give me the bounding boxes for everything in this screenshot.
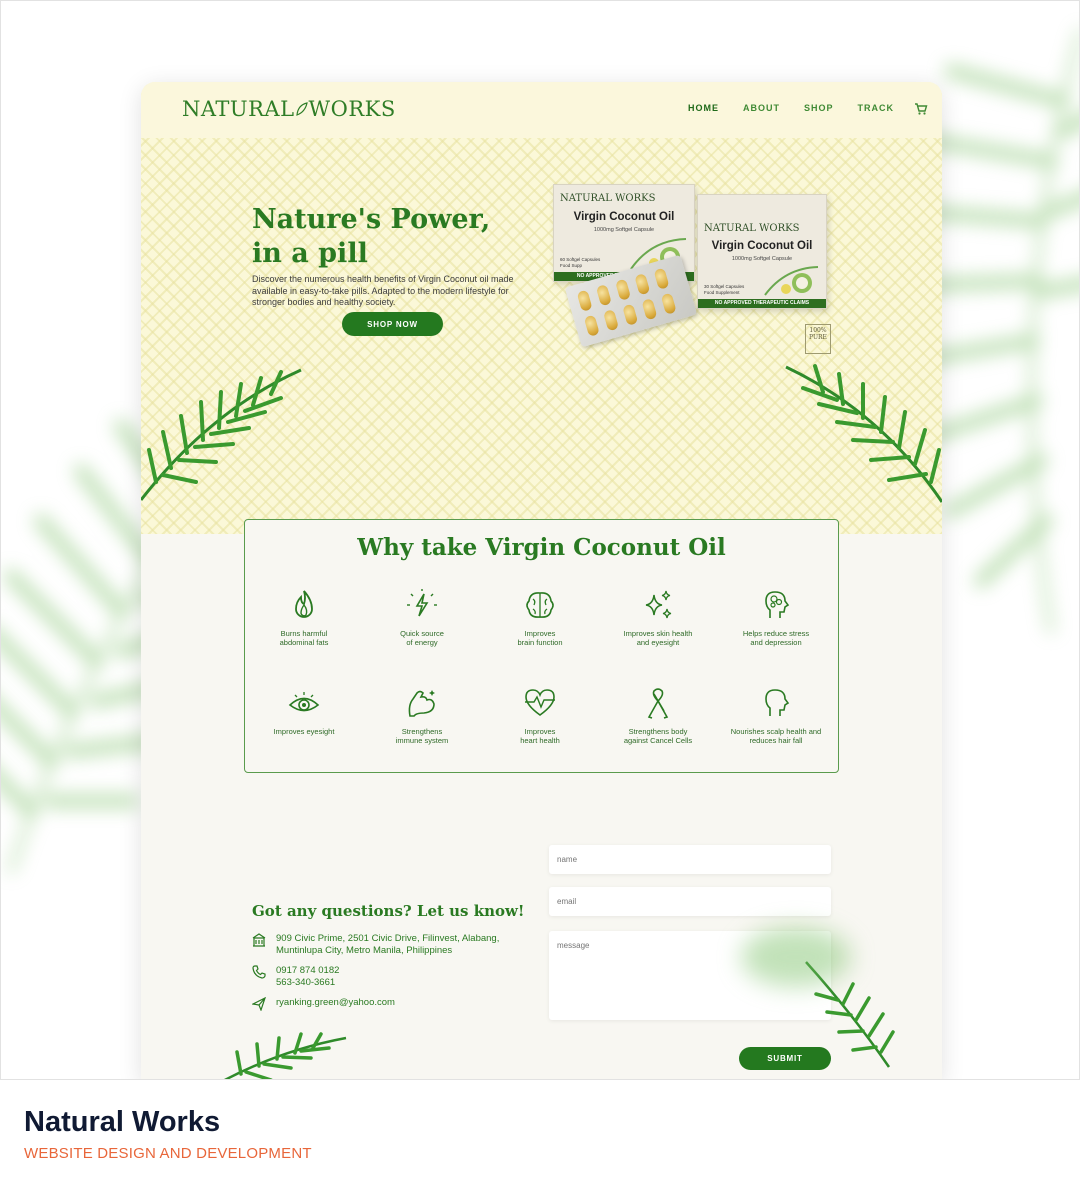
cart-icon[interactable]: [914, 102, 928, 116]
benefit-item: Improves eyesight: [245, 685, 363, 737]
palm-leaf-bottom-left: [224, 1032, 347, 1079]
palm-leaf-right: [785, 364, 942, 503]
hero-title-line2: in a pill: [252, 238, 368, 269]
palm-leaf-left: [141, 368, 302, 501]
softgel-pill: [602, 309, 620, 332]
brand-logo[interactable]: NATURAL WORKS: [182, 97, 396, 121]
box-brand: NATURAL WORKS: [704, 223, 800, 234]
website-preview: NATURAL WORKS HOME ABOUT SHOP TRACK Natur…: [141, 82, 942, 1079]
ribbon-icon: [647, 688, 669, 719]
nav-about[interactable]: ABOUT: [743, 103, 780, 113]
email-text[interactable]: ryanking.green@yahoo.com: [276, 997, 395, 1011]
product-box-30: NATURAL WORKS Virgin Coconut Oil 1000mg …: [697, 194, 827, 309]
box-small-copy: 60 Softgel Capsules Food Supp: [560, 257, 601, 268]
leaf-logo-icon: [295, 97, 308, 121]
benefit-item: Quick source of energy: [363, 587, 481, 647]
phone-text[interactable]: 0917 874 0182 563-340-3661: [276, 965, 339, 989]
showcase-frame: NATURAL WORKS HOME ABOUT SHOP TRACK Natur…: [0, 0, 1080, 1080]
phone-icon: [252, 965, 266, 979]
softgel-pill: [653, 267, 670, 290]
benefits-panel: Why take Virgin Coconut Oil Burns harmfu…: [244, 519, 839, 773]
box-product-sub: 1000mg Softgel Capsule: [593, 227, 655, 233]
box-claims-strip: NO APPROVED THERAPEUTIC CLAIMS: [698, 299, 826, 308]
flame-icon: [295, 590, 313, 618]
box-small-text: 60 Softgel Capsules Food Supp: [560, 257, 600, 268]
softgel-pill: [622, 303, 639, 326]
building-icon: [252, 933, 266, 947]
head-profile-icon: [765, 689, 790, 716]
benefit-item: Helps reduce stress and depression: [717, 587, 835, 647]
benefit-label: Improves eyesight: [273, 727, 335, 736]
box-product-name: Virgin Coconut Oil: [711, 240, 813, 252]
project-subtitle: WEBSITE DESIGN AND DEVELOPMENT: [24, 1145, 312, 1162]
hero-title: Nature's Power, in a pill: [252, 203, 552, 271]
box-small-copy: 30 Softgel Capsules Food Supplement: [704, 284, 745, 295]
benefit-item: Strengthens body against Cancel Cells: [599, 685, 717, 745]
benefit-label: Improves heart health: [520, 727, 560, 745]
logo-text-left: NATURAL: [182, 97, 295, 121]
heart-pulse-icon: [525, 689, 555, 716]
nav-shop[interactable]: SHOP: [804, 103, 834, 113]
nav-track[interactable]: TRACK: [858, 103, 895, 113]
benefit-label: Strengthens immune system: [395, 727, 449, 745]
benefit-label: Nourishes scalp health and reduces hair …: [730, 727, 822, 745]
benefit-label: Improves brain function: [517, 629, 563, 647]
logo-text-right: WORKS: [308, 97, 396, 121]
benefit-label: Quick source of energy: [400, 629, 444, 647]
contact-phone: 0917 874 0182 563-340-3661: [252, 965, 339, 989]
benefit-item: Improves skin health and eyesight: [599, 587, 717, 647]
benefit-item: Nourishes scalp health and reduces hair …: [717, 685, 835, 745]
energy-icon: [407, 589, 437, 617]
contact-title: Got any questions? Let us know!: [252, 902, 525, 920]
box-product-sub: 1000mg Softgel Capsule: [731, 256, 793, 262]
benefit-label: Helps reduce stress and depression: [742, 629, 810, 647]
blurred-leaf-overlay: [741, 927, 851, 987]
shop-now-button[interactable]: SHOP NOW: [342, 312, 443, 336]
benefits-title: Why take Virgin Coconut Oil: [357, 534, 726, 561]
softgel-pill: [595, 284, 612, 307]
coconut-illustration: [764, 266, 819, 296]
hero-title-line1: Nature's Power,: [252, 204, 491, 235]
nav-home[interactable]: HOME: [688, 103, 719, 113]
softgel-pill: [615, 278, 632, 301]
softgel-pill: [641, 298, 658, 321]
email-field[interactable]: [549, 887, 831, 916]
hero-description: Discover the numerous health benefits of…: [252, 274, 514, 307]
head-stress-icon: [765, 591, 790, 618]
benefit-label: Burns harmful abdominal fats: [279, 629, 329, 647]
eye-icon: [288, 692, 320, 712]
address-text: 909 Civic Prime, 2501 Civic Drive, Filin…: [276, 933, 500, 956]
box-product-name: Virgin Coconut Oil: [573, 211, 675, 223]
benefit-item: Improves brain function: [481, 587, 599, 647]
contact-email: ryanking.green@yahoo.com: [252, 997, 395, 1011]
softgel-pill: [660, 292, 677, 315]
benefit-label: Improves skin health and eyesight: [623, 629, 693, 647]
top-nav: NATURAL WORKS HOME ABOUT SHOP TRACK: [141, 82, 942, 138]
sparkle-icon: [645, 590, 672, 619]
benefit-label: Strengthens body against Cancel Cells: [623, 727, 693, 745]
send-icon: [252, 997, 266, 1011]
pure-badge: 100% PURE: [805, 324, 831, 354]
muscle-icon: [408, 690, 435, 717]
benefit-item: Burns harmful abdominal fats: [245, 587, 363, 647]
name-field[interactable]: [549, 845, 831, 874]
benefit-item: Improves heart health: [481, 685, 599, 745]
softgel-pill: [634, 273, 651, 296]
brain-icon: [526, 592, 554, 618]
project-title: Natural Works: [24, 1106, 221, 1138]
softgel-pill: [583, 314, 600, 337]
box-small-text: 30 Softgel Capsules Food Supplement: [704, 284, 744, 295]
benefit-item: Strengthens immune system: [363, 685, 481, 745]
contact-address: 909 Civic Prime, 2501 Civic Drive, Filin…: [252, 933, 499, 957]
box-brand: NATURAL WORKS: [560, 193, 656, 204]
softgel-pill: [576, 289, 593, 312]
